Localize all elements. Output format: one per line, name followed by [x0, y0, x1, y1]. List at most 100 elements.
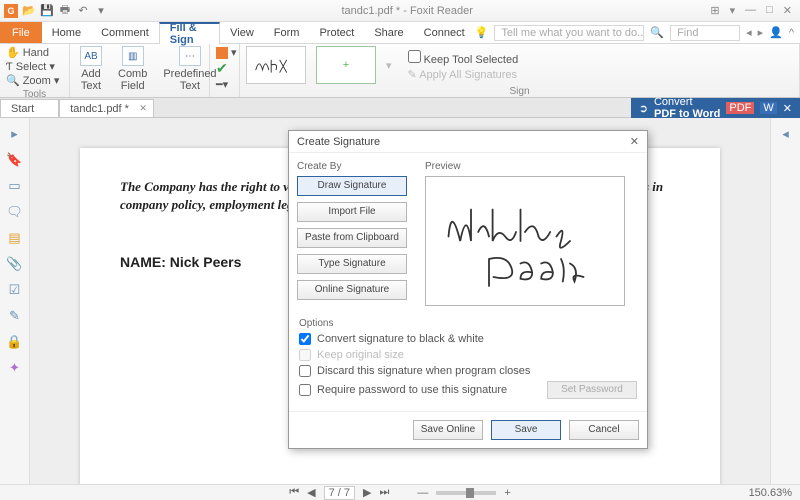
dialog-title: Create Signature — [297, 136, 380, 148]
tags-icon[interactable]: ✦ — [7, 360, 23, 376]
search-icon[interactable]: 🔍 — [650, 26, 664, 39]
statusbar: ⏮ ◀ 7 / 7 ▶ ⏭ — + 150.63% — [0, 484, 800, 500]
signature-thumbnail[interactable] — [246, 46, 306, 84]
tab-connect[interactable]: Connect — [414, 22, 475, 43]
page-number[interactable]: 7 / 7 — [324, 486, 355, 500]
save-button[interactable]: Save — [491, 420, 561, 440]
expand-right-icon[interactable]: ◂ — [778, 126, 794, 142]
dialog-titlebar: Create Signature ✕ — [289, 131, 647, 153]
grid-icon[interactable]: ⊞ — [710, 4, 719, 17]
type-signature-button[interactable]: Type Signature — [297, 254, 407, 274]
apply-all-signatures: ✎ Apply All Signatures — [408, 68, 519, 81]
pages-icon[interactable]: ▭ — [7, 178, 23, 194]
minimize-icon[interactable]: — — [745, 4, 756, 17]
select-icon: Ƭ — [6, 61, 13, 73]
security-icon[interactable]: 🔒 — [7, 334, 23, 350]
zoom-percent[interactable]: 150.63% — [749, 487, 792, 499]
tabstrip: Start tandc1.pdf *✕ ➲ ConvertPDF to Word… — [0, 98, 800, 118]
dialog-close-icon[interactable]: ✕ — [630, 135, 639, 148]
find-input[interactable]: Find — [670, 25, 740, 41]
user-icon[interactable]: 👤 — [769, 26, 783, 39]
save-online-button[interactable]: Save Online — [413, 420, 483, 440]
draw-signature-button[interactable]: Draw Signature — [297, 176, 407, 196]
layers-icon[interactable]: ▤ — [7, 230, 23, 246]
next-page-icon[interactable]: ▶ — [363, 486, 371, 499]
tab-protect[interactable]: Protect — [309, 22, 364, 43]
print-icon[interactable]: 🖶 — [58, 4, 72, 18]
menubar: File Home Comment Fill & Sign View Form … — [0, 22, 800, 44]
add-signature-button[interactable]: + — [316, 46, 376, 84]
cancel-button[interactable]: Cancel — [569, 420, 639, 440]
window-controls: ⊞ ▾ — □ ✕ — [702, 4, 800, 17]
add-text-button[interactable]: ABAdd Text — [76, 46, 106, 92]
hand-icon: ✋ — [6, 46, 20, 59]
set-password-button: Set Password — [547, 381, 637, 399]
close-icon[interactable]: ✕ — [783, 4, 792, 17]
zoom-slider[interactable] — [436, 491, 496, 495]
doc-tab-start[interactable]: Start — [0, 99, 59, 117]
comments-icon[interactable]: 🗨 — [7, 204, 23, 220]
preview-label: Preview — [425, 161, 639, 172]
foxit-logo-icon: G — [4, 4, 18, 18]
expand-icon[interactable]: ▸ — [7, 126, 23, 142]
sig-list-dropdown[interactable]: ▾ — [386, 59, 392, 72]
apply-icon: ✎ — [408, 69, 417, 81]
arrow-icon: ➲ — [639, 102, 648, 115]
keep-tool-checkbox[interactable]: Keep Tool Selected — [408, 50, 519, 66]
hand-tool[interactable]: ✋Hand — [6, 46, 59, 59]
tab-comment[interactable]: Comment — [91, 22, 159, 43]
redo-icon[interactable]: ▾ — [94, 4, 108, 18]
comb-field-button[interactable]: ▥Comb Field — [114, 46, 151, 92]
find-prev-icon[interactable]: ◂ — [746, 26, 752, 39]
paste-clipboard-button[interactable]: Paste from Clipboard — [297, 228, 407, 248]
ribbon-minimize-icon[interactable]: ▾ — [730, 4, 736, 17]
first-page-icon[interactable]: ⏮ — [289, 486, 299, 499]
import-file-button[interactable]: Import File — [297, 202, 407, 222]
tab-form[interactable]: Form — [264, 22, 310, 43]
predefined-text-icon: ⋯ — [179, 46, 201, 66]
maximize-icon[interactable]: □ — [766, 4, 773, 17]
promo-close-icon[interactable]: ✕ — [783, 102, 792, 115]
quick-access: G 📂 💾 🖶 ↶ ▾ — [0, 4, 112, 18]
ribbon: ✋Hand ƬSelect▾ 🔍Zoom▾ Tools ABAdd Text ▥… — [0, 44, 800, 98]
signatures-icon[interactable]: ✎ — [7, 308, 23, 324]
opt-discard[interactable]: Discard this signature when program clos… — [299, 365, 637, 377]
bookmarks-icon[interactable]: 🔖 — [7, 152, 23, 168]
undo-icon[interactable]: ↶ — [76, 4, 90, 18]
zoom-out-icon[interactable]: — — [417, 487, 428, 499]
open-icon[interactable]: 📂 — [22, 4, 36, 18]
pen-ok-icon[interactable]: ✔ — [216, 60, 237, 77]
tab-fill-sign[interactable]: Fill & Sign — [159, 22, 220, 44]
signature-preview — [425, 176, 625, 306]
tab-view[interactable]: View — [220, 22, 264, 43]
plus-icon: + — [343, 59, 349, 71]
online-signature-button[interactable]: Online Signature — [297, 280, 407, 300]
ribbon-collapse-icon[interactable]: ^ — [789, 27, 794, 39]
fields-icon[interactable]: ☑ — [7, 282, 23, 298]
save-icon[interactable]: 💾 — [40, 4, 54, 18]
color-tool[interactable]: ▾ — [216, 46, 237, 59]
opt-bw[interactable]: Convert signature to black & white — [299, 333, 637, 345]
file-tab[interactable]: File — [0, 22, 42, 43]
tell-me-input[interactable]: Tell me what you want to do... — [494, 25, 644, 41]
attachments-icon[interactable]: 📎 — [7, 256, 23, 272]
select-tool[interactable]: ƬSelect▾ — [6, 60, 59, 73]
stroke-tool[interactable]: ━▾ — [216, 78, 237, 91]
zoom-in-icon[interactable]: + — [504, 487, 510, 499]
promo-convert[interactable]: ➲ ConvertPDF to Word PDF W ✕ — [631, 98, 800, 118]
bulb-icon: 💡 — [475, 26, 489, 39]
app-title: tandc1.pdf * - Foxit Reader — [112, 5, 702, 17]
find-next-icon[interactable]: ▸ — [758, 26, 764, 39]
last-page-icon[interactable]: ⏭ — [379, 486, 389, 499]
word-icon: W — [760, 102, 776, 114]
tab-share[interactable]: Share — [364, 22, 413, 43]
pdf-icon: PDF — [726, 102, 754, 114]
zoom-tool[interactable]: 🔍Zoom▾ — [6, 74, 59, 87]
prev-page-icon[interactable]: ◀ — [307, 486, 315, 499]
titlebar: G 📂 💾 🖶 ↶ ▾ tandc1.pdf * - Foxit Reader … — [0, 0, 800, 22]
doc-tab-current[interactable]: tandc1.pdf *✕ — [59, 99, 154, 117]
right-sidebar: ◂ — [770, 118, 800, 484]
tab-home[interactable]: Home — [42, 22, 91, 43]
opt-require-password[interactable]: Require password to use this signatureSe… — [299, 381, 637, 399]
tab-close-icon[interactable]: ✕ — [139, 103, 147, 114]
